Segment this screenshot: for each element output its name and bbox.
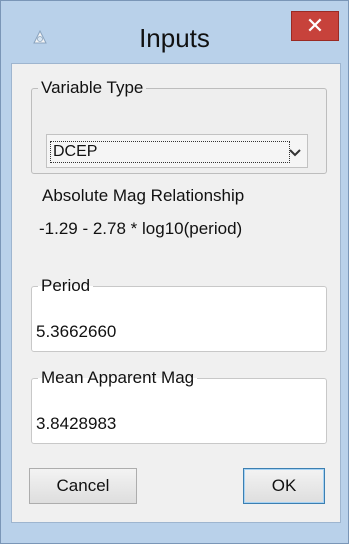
cancel-button[interactable]: Cancel [29,468,137,504]
chevron-down-icon[interactable] [289,145,301,157]
period-input[interactable] [36,322,306,342]
title-bar[interactable]: Inputs ✕ [1,1,348,53]
absolute-mag-label: Absolute Mag Relationship [42,186,245,205]
close-icon: ✕ [305,13,325,38]
mean-apparent-mag-input[interactable] [36,414,306,434]
variable-type-value: DCEP [50,141,290,163]
absolute-mag-formula: -1.29 - 2.78 * log10(period) [39,219,243,238]
variable-type-group: Variable Type DCEP [31,78,327,174]
dialog-window: Inputs ✕ Variable Type DCEP Absolute Mag… [0,0,349,544]
ok-button[interactable]: OK [243,468,325,504]
variable-type-select[interactable]: DCEP [46,134,308,168]
period-group: Period [31,276,327,352]
dialog-content: Variable Type DCEP Absolute Mag Relation… [11,63,341,523]
mean-apparent-mag-legend: Mean Apparent Mag [41,368,195,387]
variable-type-legend: Variable Type [41,78,144,97]
close-button[interactable]: ✕ [291,11,339,41]
period-legend: Period [41,276,91,295]
mean-apparent-mag-group: Mean Apparent Mag [31,368,327,444]
